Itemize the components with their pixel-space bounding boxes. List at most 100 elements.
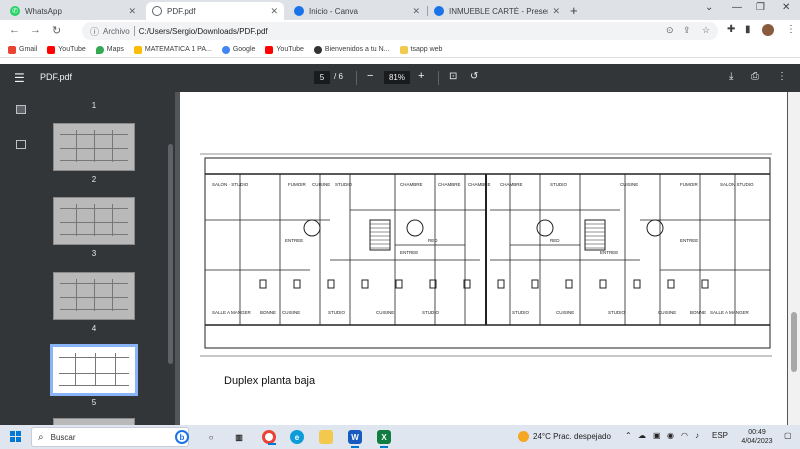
tab-inmueble[interactable]: INMUEBLE CARTÉ - Presentación ✕ — [428, 2, 566, 20]
plan-room-label: SALON STUDIO — [720, 182, 754, 187]
plan-room-label: STUDIO — [550, 182, 568, 187]
share-icon[interactable]: ⇪ — [683, 25, 691, 36]
sidebar-scroll-thumb[interactable] — [168, 144, 173, 364]
tab-whatsapp[interactable]: ✆ WhatsApp ✕ — [4, 2, 142, 20]
page-number-input[interactable]: 5 — [314, 71, 330, 84]
plan-room — [633, 279, 641, 289]
viewer-scroll-thumb[interactable] — [791, 312, 797, 372]
bookmark-maps[interactable]: Maps — [95, 45, 124, 54]
wifi-icon[interactable]: ◠ — [681, 431, 688, 440]
edge-icon[interactable]: e — [290, 430, 304, 444]
plan-room-label: STUDIO — [608, 310, 626, 315]
toolbar-separator — [438, 71, 439, 85]
thumbnail-page-4[interactable] — [53, 272, 135, 320]
plan-room-label: CUISINE — [376, 310, 394, 315]
sidebar-scrollbar[interactable] — [168, 94, 173, 419]
more-options-icon[interactable]: ⋮ — [777, 71, 787, 82]
volume-icon[interactable]: ♪ — [695, 431, 699, 440]
chrome-taskbar-icon[interactable] — [262, 430, 276, 445]
weather-widget[interactable]: 24°C Prac. despejado — [518, 431, 611, 442]
thumbnail-page-2[interactable] — [53, 123, 135, 171]
mic-icon[interactable]: ◉ — [667, 431, 674, 440]
plan-room-label: CUISINE — [556, 310, 574, 315]
excel-icon[interactable]: X — [377, 430, 391, 448]
file-explorer-icon[interactable] — [319, 430, 333, 444]
plan-stair-curve — [536, 219, 554, 237]
outline-view-icon[interactable] — [16, 140, 26, 149]
language-indicator[interactable]: ESP — [712, 431, 728, 440]
tab-search-icon[interactable]: ⌄ — [705, 2, 713, 13]
thumbnails-view-icon[interactable] — [16, 105, 26, 114]
plan-room-label: FUMOIR — [680, 182, 698, 187]
zoom-in-button[interactable]: + — [418, 70, 424, 82]
profile-avatar[interactable] — [762, 24, 774, 36]
tab-pdf[interactable]: PDF.pdf ✕ — [146, 2, 284, 20]
side-panel-icon[interactable]: ▮ — [745, 24, 751, 35]
thumbnail-list: 1 2 3 4 5 — [44, 92, 149, 425]
tab-canva[interactable]: Inicio - Canva ✕ — [288, 2, 426, 20]
plan-room-label: SALLE A MANGER — [710, 310, 750, 315]
system-clock[interactable]: 00:49 4/04/2023 — [738, 428, 776, 446]
bookmark-tsapp[interactable]: tsapp web — [399, 45, 442, 54]
pdf-title: PDF.pdf — [40, 72, 73, 82]
info-icon[interactable]: ⓘ — [90, 25, 99, 38]
task-view-icon[interactable]: ○ — [204, 430, 218, 444]
plan-room — [667, 279, 675, 289]
pdf-viewer[interactable]: SALON · STUDIO FUMOIR CUISINE STUDIO CHAMBRE… — [175, 92, 800, 425]
close-tab-icon[interactable]: ✕ — [270, 6, 278, 17]
fit-page-icon[interactable]: ⊡ — [449, 71, 457, 82]
chrome-menu-icon[interactable]: ⋮ — [786, 24, 796, 35]
taskbar-search[interactable]: ⌕ Buscar — [31, 427, 189, 447]
bookmark-google[interactable]: Google — [221, 45, 255, 54]
windows-start-icon[interactable] — [10, 431, 21, 442]
plan-room-label: STUDIO — [328, 310, 346, 315]
plan-room — [584, 219, 606, 251]
restore-button[interactable]: ❐ — [756, 2, 765, 13]
camera-icon[interactable]: ▣ — [653, 431, 661, 440]
close-tab-icon[interactable]: ✕ — [412, 6, 420, 17]
hamburger-menu-icon[interactable]: ☰ — [14, 71, 25, 85]
thumbnail-page-5[interactable] — [50, 344, 138, 396]
extensions-icon[interactable]: ✚ — [727, 24, 735, 35]
thumbnail-page-3[interactable] — [53, 197, 135, 245]
zoom-out-button[interactable]: − — [367, 70, 373, 82]
onedrive-icon[interactable]: ☁ — [638, 431, 646, 440]
plan-room — [531, 279, 539, 289]
new-tab-button[interactable]: + — [570, 3, 578, 18]
back-button[interactable]: ← — [9, 24, 20, 36]
reload-button[interactable]: ↻ — [52, 24, 61, 37]
rotate-icon[interactable]: ↺ — [470, 71, 478, 82]
plan-room-label: STUDIO — [422, 310, 440, 315]
bookmark-youtube-2[interactable]: YouTube — [265, 45, 304, 54]
plan-room-label: CHAMBRE — [468, 182, 491, 187]
widgets-icon[interactable]: ▥ — [232, 430, 246, 444]
bookmark-matematica[interactable]: MATEMATICA 1 PA... — [133, 45, 212, 54]
close-window-button[interactable]: ✕ — [782, 2, 790, 13]
zoom-input[interactable]: 81% — [384, 71, 410, 84]
url-text: C:/Users/Sergio/Downloads/PDF.pdf — [138, 26, 268, 36]
youtube-icon — [47, 45, 56, 54]
word-icon[interactable]: W — [348, 430, 362, 448]
plan-room-label: ENTREE — [680, 238, 698, 243]
print-icon[interactable]: ⎙ — [751, 71, 759, 82]
lens-icon[interactable]: ⊙ — [666, 25, 674, 36]
download-icon[interactable]: ⤓ — [729, 71, 733, 82]
bookmark-star-icon[interactable]: ☆ — [702, 25, 710, 36]
viewer-scrollbar[interactable] — [788, 92, 800, 425]
bing-icon[interactable]: b — [175, 430, 189, 444]
thumbnail-label: 4 — [91, 324, 97, 333]
bookmark-bienvenidos[interactable]: Bienvenidos a tu N... — [313, 45, 390, 54]
plan-room — [369, 219, 391, 251]
plan-room-label: ENTREE — [285, 238, 303, 243]
show-hidden-icons[interactable]: ⌃ — [625, 431, 632, 440]
close-tab-icon[interactable]: ✕ — [128, 6, 136, 17]
minimize-button[interactable]: — — [732, 2, 742, 13]
notifications-icon[interactable]: ▢ — [784, 431, 792, 440]
browser-toolbar: ← → ↻ ⓘ Archivo C:/Users/Sergio/Download… — [0, 20, 800, 42]
bookmark-gmail[interactable]: Gmail — [8, 45, 37, 54]
close-tab-icon[interactable]: ✕ — [552, 6, 560, 17]
thumbnail-page-6[interactable] — [53, 418, 135, 425]
forward-button[interactable]: → — [30, 24, 41, 36]
address-bar[interactable]: ⓘ Archivo C:/Users/Sergio/Downloads/PDF.… — [82, 22, 718, 40]
bookmark-youtube[interactable]: YouTube — [47, 45, 86, 54]
